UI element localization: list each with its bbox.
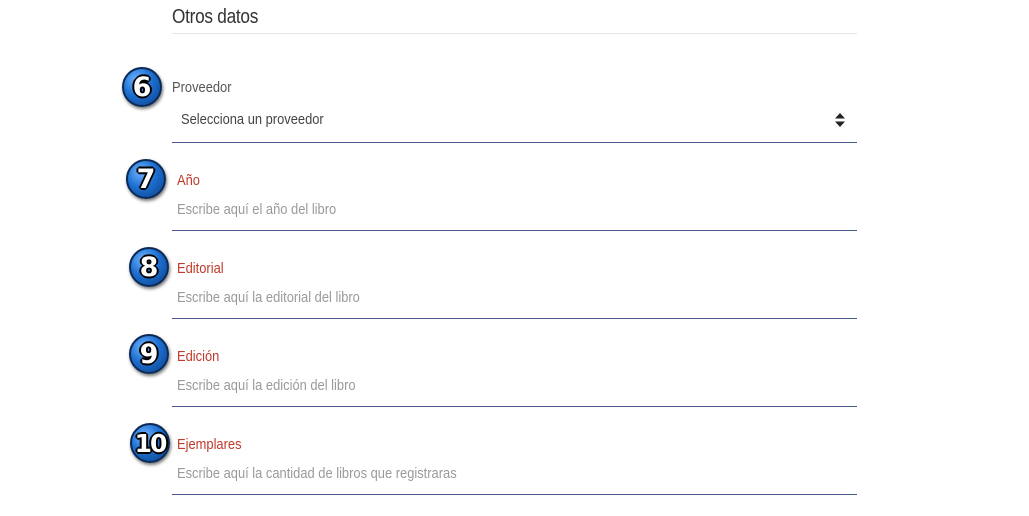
step-marker-number: 8 xyxy=(139,251,159,283)
anio-label: Año xyxy=(177,172,200,189)
edicion-underline xyxy=(172,406,857,407)
editorial-underline xyxy=(172,318,857,319)
ejemplares-input[interactable]: Escribe aquí la cantidad de libros que r… xyxy=(177,465,457,482)
anio-field: Año Escribe aquí el año del libro xyxy=(172,172,857,232)
section-divider xyxy=(172,33,857,34)
step-marker-7: 7 xyxy=(126,159,166,199)
anio-input[interactable]: Escribe aquí el año del libro xyxy=(177,201,336,218)
step-marker-8: 8 xyxy=(129,247,169,287)
editorial-field: Editorial Escribe aquí la editorial del … xyxy=(172,260,857,320)
step-marker-10: 10 xyxy=(130,423,170,463)
edicion-field: Edición Escribe aquí la edición del libr… xyxy=(172,348,857,408)
proveedor-underline xyxy=(172,142,857,143)
step-marker-6: 6 xyxy=(122,67,162,107)
proveedor-field: Proveedor Selecciona un proveedor xyxy=(172,79,857,143)
editorial-input[interactable]: Escribe aquí la editorial del libro xyxy=(177,289,360,306)
form-page: Otros datos 6 Proveedor Selecciona un pr… xyxy=(0,0,1029,516)
step-marker-number: 6 xyxy=(132,71,152,103)
step-marker-9: 9 xyxy=(129,334,169,374)
step-marker-number: 9 xyxy=(139,338,159,370)
edicion-label: Edición xyxy=(177,348,220,365)
ejemplares-underline xyxy=(172,494,857,495)
editorial-label: Editorial xyxy=(177,260,224,277)
ejemplares-field: Ejemplares Escribe aquí la cantidad de l… xyxy=(172,436,857,496)
edicion-input[interactable]: Escribe aquí la edición del libro xyxy=(177,377,356,394)
step-marker-number: 7 xyxy=(136,163,156,195)
proveedor-select[interactable]: Selecciona un proveedor xyxy=(181,111,324,128)
step-marker-number: 10 xyxy=(134,428,168,458)
proveedor-label: Proveedor xyxy=(172,79,232,96)
sort-arrows-icon[interactable] xyxy=(835,113,845,127)
anio-underline xyxy=(172,230,857,231)
section-title: Otros datos xyxy=(172,6,259,28)
ejemplares-label: Ejemplares xyxy=(177,436,242,453)
